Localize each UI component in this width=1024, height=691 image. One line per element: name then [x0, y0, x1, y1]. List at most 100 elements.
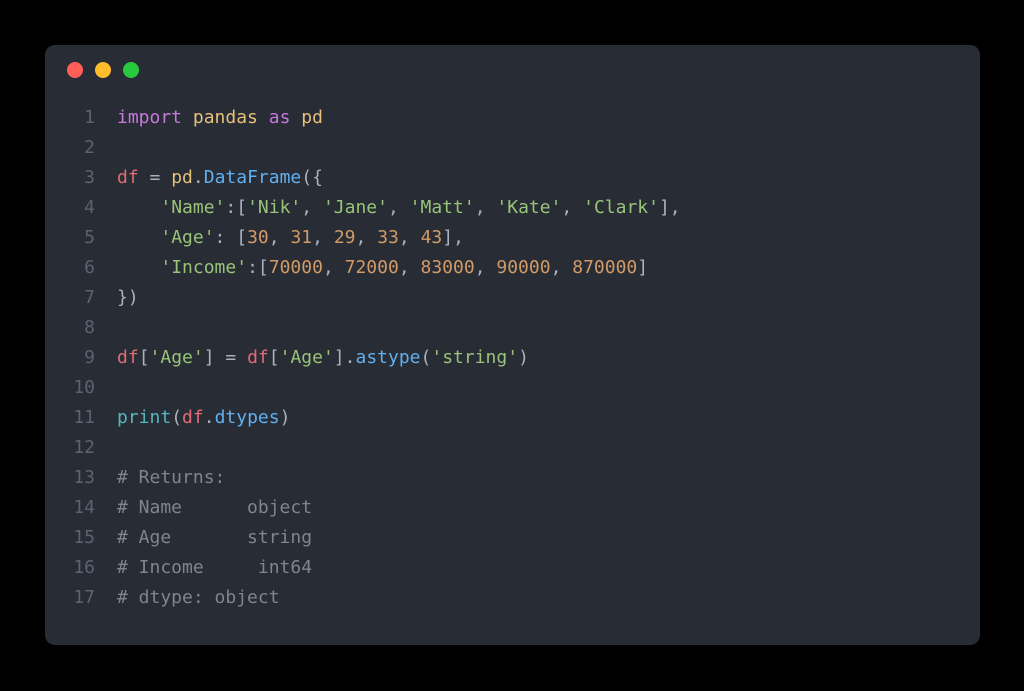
line-number: 17: [45, 583, 117, 613]
number: 33: [377, 227, 399, 248]
punct: =: [139, 167, 172, 188]
code-line: 16 # Income int64: [45, 553, 980, 583]
comment: # dtype: object: [117, 587, 280, 608]
code-content: }): [117, 283, 139, 313]
punct: : [: [215, 227, 248, 248]
code-line: 11 print(df.dtypes): [45, 403, 980, 433]
punct: .: [204, 407, 215, 428]
punct: :[: [247, 257, 269, 278]
code-line: 9 df['Age'] = df['Age'].astype('string'): [45, 343, 980, 373]
code-content: 'Income':[70000, 72000, 83000, 90000, 87…: [117, 253, 648, 283]
keyword-as: as: [269, 107, 291, 128]
line-number: 3: [45, 163, 117, 193]
code-content: df = pd.DataFrame({: [117, 163, 323, 193]
line-number: 6: [45, 253, 117, 283]
string: 'Nik': [247, 197, 301, 218]
code-line: 2: [45, 133, 980, 163]
punct: ].: [334, 347, 356, 368]
close-icon[interactable]: [67, 62, 83, 78]
punct: ,: [323, 257, 345, 278]
number: 29: [334, 227, 356, 248]
code-content: 'Age': [30, 31, 29, 33, 43],: [117, 223, 464, 253]
string: 'Clark': [583, 197, 659, 218]
string: 'Name': [160, 197, 225, 218]
code-content: # Income int64: [117, 553, 312, 583]
number: 90000: [496, 257, 550, 278]
string: 'Jane': [323, 197, 388, 218]
string: 'Income': [160, 257, 247, 278]
code-line: 17 # dtype: object: [45, 583, 980, 613]
comment: # Name object: [117, 497, 312, 518]
line-number: 7: [45, 283, 117, 313]
punct: ({: [301, 167, 323, 188]
number: 43: [421, 227, 443, 248]
module-pandas: pandas: [193, 107, 258, 128]
code-line: 8: [45, 313, 980, 343]
indent: [117, 197, 160, 218]
alias-pd: pd: [301, 107, 323, 128]
punct: ,: [551, 257, 573, 278]
number: 83000: [421, 257, 475, 278]
code-line: 4 'Name':['Nik', 'Jane', 'Matt', 'Kate',…: [45, 193, 980, 223]
code-line: 15 # Age string: [45, 523, 980, 553]
line-number: 15: [45, 523, 117, 553]
minimize-icon[interactable]: [95, 62, 111, 78]
line-number: 5: [45, 223, 117, 253]
code-line: 13 # Returns:: [45, 463, 980, 493]
builtin-print: print: [117, 407, 171, 428]
punct: ,: [269, 227, 291, 248]
punct: ,: [301, 197, 323, 218]
code-content: import pandas as pd: [117, 103, 323, 133]
var-df: df: [182, 407, 204, 428]
punct: ): [518, 347, 529, 368]
punct: [: [139, 347, 150, 368]
line-number: 11: [45, 403, 117, 433]
punct: [: [269, 347, 280, 368]
zoom-icon[interactable]: [123, 62, 139, 78]
number: 870000: [572, 257, 637, 278]
punct: (: [421, 347, 432, 368]
string: 'Kate': [496, 197, 561, 218]
line-number: 12: [45, 433, 117, 463]
string: 'Age': [280, 347, 334, 368]
punct: ] =: [204, 347, 247, 368]
punct: }): [117, 287, 139, 308]
line-number: 16: [45, 553, 117, 583]
line-number: 10: [45, 373, 117, 403]
attr-dataframe: DataFrame: [204, 167, 302, 188]
string: 'Age': [160, 227, 214, 248]
module-pd: pd: [171, 167, 193, 188]
punct: (: [171, 407, 182, 428]
punct: ,: [561, 197, 583, 218]
code-line: 1 import pandas as pd: [45, 103, 980, 133]
var-df: df: [117, 347, 139, 368]
line-number: 4: [45, 193, 117, 223]
punct: ],: [659, 197, 681, 218]
comment: # Returns:: [117, 467, 225, 488]
code-line: 3 df = pd.DataFrame({: [45, 163, 980, 193]
string: 'Matt': [410, 197, 475, 218]
attr-dtypes: dtypes: [215, 407, 280, 428]
code-line: 6 'Income':[70000, 72000, 83000, 90000, …: [45, 253, 980, 283]
code-line: 14 # Name object: [45, 493, 980, 523]
code-content: df['Age'] = df['Age'].astype('string'): [117, 343, 529, 373]
code-content: # Name object: [117, 493, 312, 523]
comment: # Age string: [117, 527, 312, 548]
code-area: 1 import pandas as pd 2 3 df = pd.DataFr…: [45, 95, 980, 613]
code-content: print(df.dtypes): [117, 403, 290, 433]
code-content: # dtype: object: [117, 583, 280, 613]
line-number: 2: [45, 133, 117, 163]
attr-astype: astype: [355, 347, 420, 368]
keyword-import: import: [117, 107, 182, 128]
number: 70000: [269, 257, 323, 278]
code-content: # Returns:: [117, 463, 225, 493]
punct: ,: [356, 227, 378, 248]
punct: .: [193, 167, 204, 188]
number: 30: [247, 227, 269, 248]
comment: # Income int64: [117, 557, 312, 578]
line-number: 9: [45, 343, 117, 373]
var-df: df: [247, 347, 269, 368]
punct: :[: [225, 197, 247, 218]
punct: ,: [475, 197, 497, 218]
string: 'Age': [150, 347, 204, 368]
